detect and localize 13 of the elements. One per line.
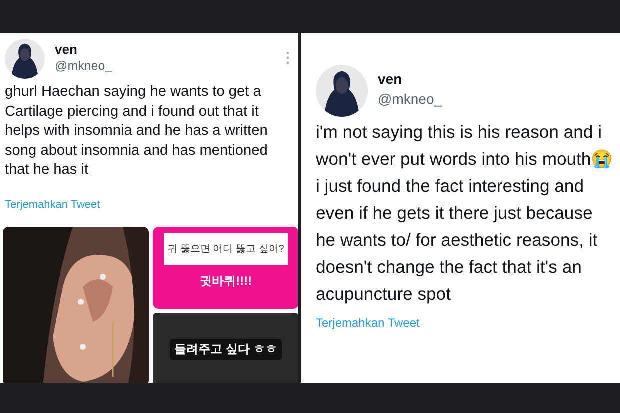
display-name[interactable]: ven	[55, 42, 112, 57]
video-thumbnail[interactable]: 들려주고 싶다 ㅎㅎ	[153, 312, 298, 383]
user-handle[interactable]: @mkneo_	[378, 91, 442, 107]
tweet-text: i'm not saying this is his reason and i won't ever put words into his mouth😭 i just found the fact interesting and even if he gets it there just because he wants to/ for aesthetic reasons, it doesn't change the fact that it's an acupuncture spot	[316, 121, 614, 306]
display-name[interactable]: ven	[378, 71, 442, 87]
story-screenshot[interactable]: 귀 뚫으면 어디 뚫고 싶어? 귓바퀴!!!!	[153, 226, 298, 308]
video-caption: 들려주고 싶다 ㅎㅎ	[170, 338, 282, 360]
avatar[interactable]	[5, 39, 45, 79]
answer-text: 귓바퀴!!!!	[200, 272, 252, 290]
question-text: 귀 뚫으면 어디 뚫고 싶어?	[164, 232, 288, 264]
user-handle[interactable]: @mkneo_	[55, 59, 112, 73]
avatar[interactable]	[316, 65, 368, 117]
tweet-text: ghurl Haechan saying he wants to get a Cartilage piercing and i found out that it helps with insomnia and he has a written song about insomnia and has mentioned that he has it	[5, 83, 269, 180]
